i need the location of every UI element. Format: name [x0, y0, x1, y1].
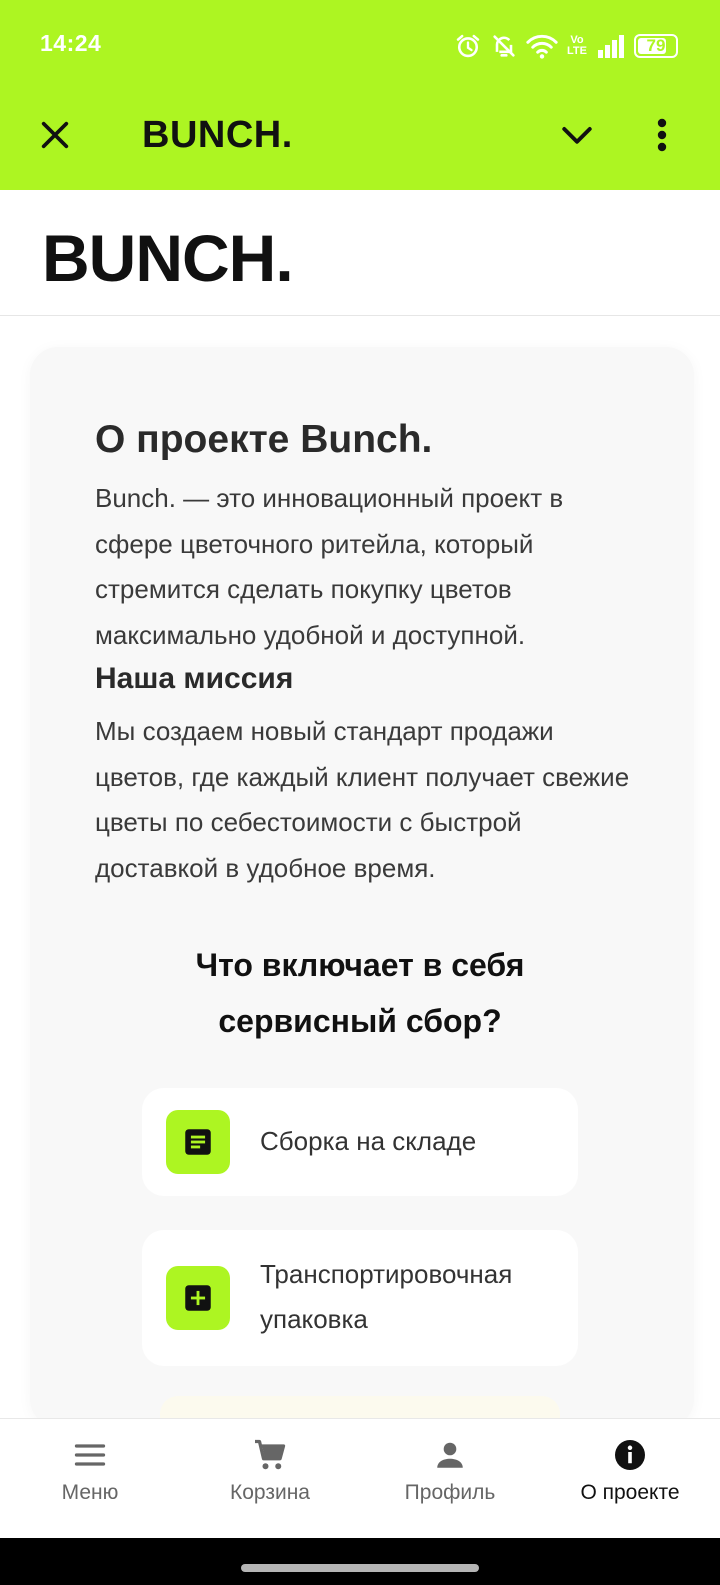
home-gesture-bar[interactable]: [241, 1564, 479, 1572]
battery-icon: 79: [634, 34, 678, 58]
app-bar: BUNCH.: [0, 96, 720, 176]
chevron-down-icon: [562, 127, 592, 144]
expand-button[interactable]: [552, 110, 602, 160]
gesture-area: [0, 1538, 720, 1585]
nav-item-profile[interactable]: Профиль: [360, 1419, 540, 1539]
status-time: 14:24: [40, 30, 102, 56]
service-fee-item-label: Сборка на складе: [260, 1126, 477, 1156]
nav-label: О проекте: [580, 1481, 680, 1504]
close-icon: [41, 121, 69, 149]
status-icons: Vo LTE 79: [454, 30, 678, 62]
app-header: 14:24 Vo LTE 79 BUNCH.: [0, 0, 720, 190]
wifi-icon: [526, 32, 558, 60]
info-icon: [615, 1440, 645, 1470]
add-box-icon: [166, 1266, 230, 1330]
nav-item-menu[interactable]: Меню: [0, 1419, 180, 1539]
brand-logo[interactable]: BUNCH.: [42, 220, 294, 296]
alarm-icon: [454, 32, 482, 60]
nav-item-cart[interactable]: Корзина: [180, 1419, 360, 1539]
service-fee-title: Что включает в себя сервисный сбор?: [195, 947, 525, 1039]
bottom-navigation: Меню Корзина Профиль О проекте: [0, 1418, 720, 1538]
service-fee-item: Транспортировочная упаковка: [142, 1230, 578, 1366]
mission-title: Наша миссия: [95, 662, 294, 695]
service-fee-item-label: Транспортировочная упаковка: [260, 1259, 513, 1334]
about-title: О проекте Bunch.: [95, 418, 433, 461]
mission-text: Мы создаем новый стандарт продажи цветов…: [95, 716, 630, 883]
nav-label: Меню: [61, 1481, 119, 1504]
more-options-button[interactable]: [642, 110, 682, 160]
close-button[interactable]: [30, 110, 80, 160]
brand-header: BUNCH.: [0, 190, 720, 316]
person-icon: [437, 1442, 463, 1468]
volte-icon: Vo LTE: [567, 34, 587, 57]
service-fee-item: Сборка на складе: [142, 1088, 578, 1196]
more-vert-icon: [657, 118, 667, 152]
about-text: Bunch. — это инновационный проект в сфер…: [95, 483, 564, 650]
app-bar-title: BUNCH.: [142, 114, 293, 156]
notes-icon: [166, 1110, 230, 1174]
cart-icon: [255, 1439, 286, 1470]
nav-item-about[interactable]: О проекте: [540, 1419, 720, 1539]
status-bar: 14:24 Vo LTE 79: [0, 0, 720, 90]
bell-off-icon: [490, 32, 518, 60]
battery-percent: 79: [646, 36, 666, 55]
nav-label: Профиль: [404, 1481, 496, 1504]
menu-icon: [74, 1444, 106, 1466]
signal-icon: [596, 33, 626, 59]
nav-label: Корзина: [230, 1481, 310, 1504]
